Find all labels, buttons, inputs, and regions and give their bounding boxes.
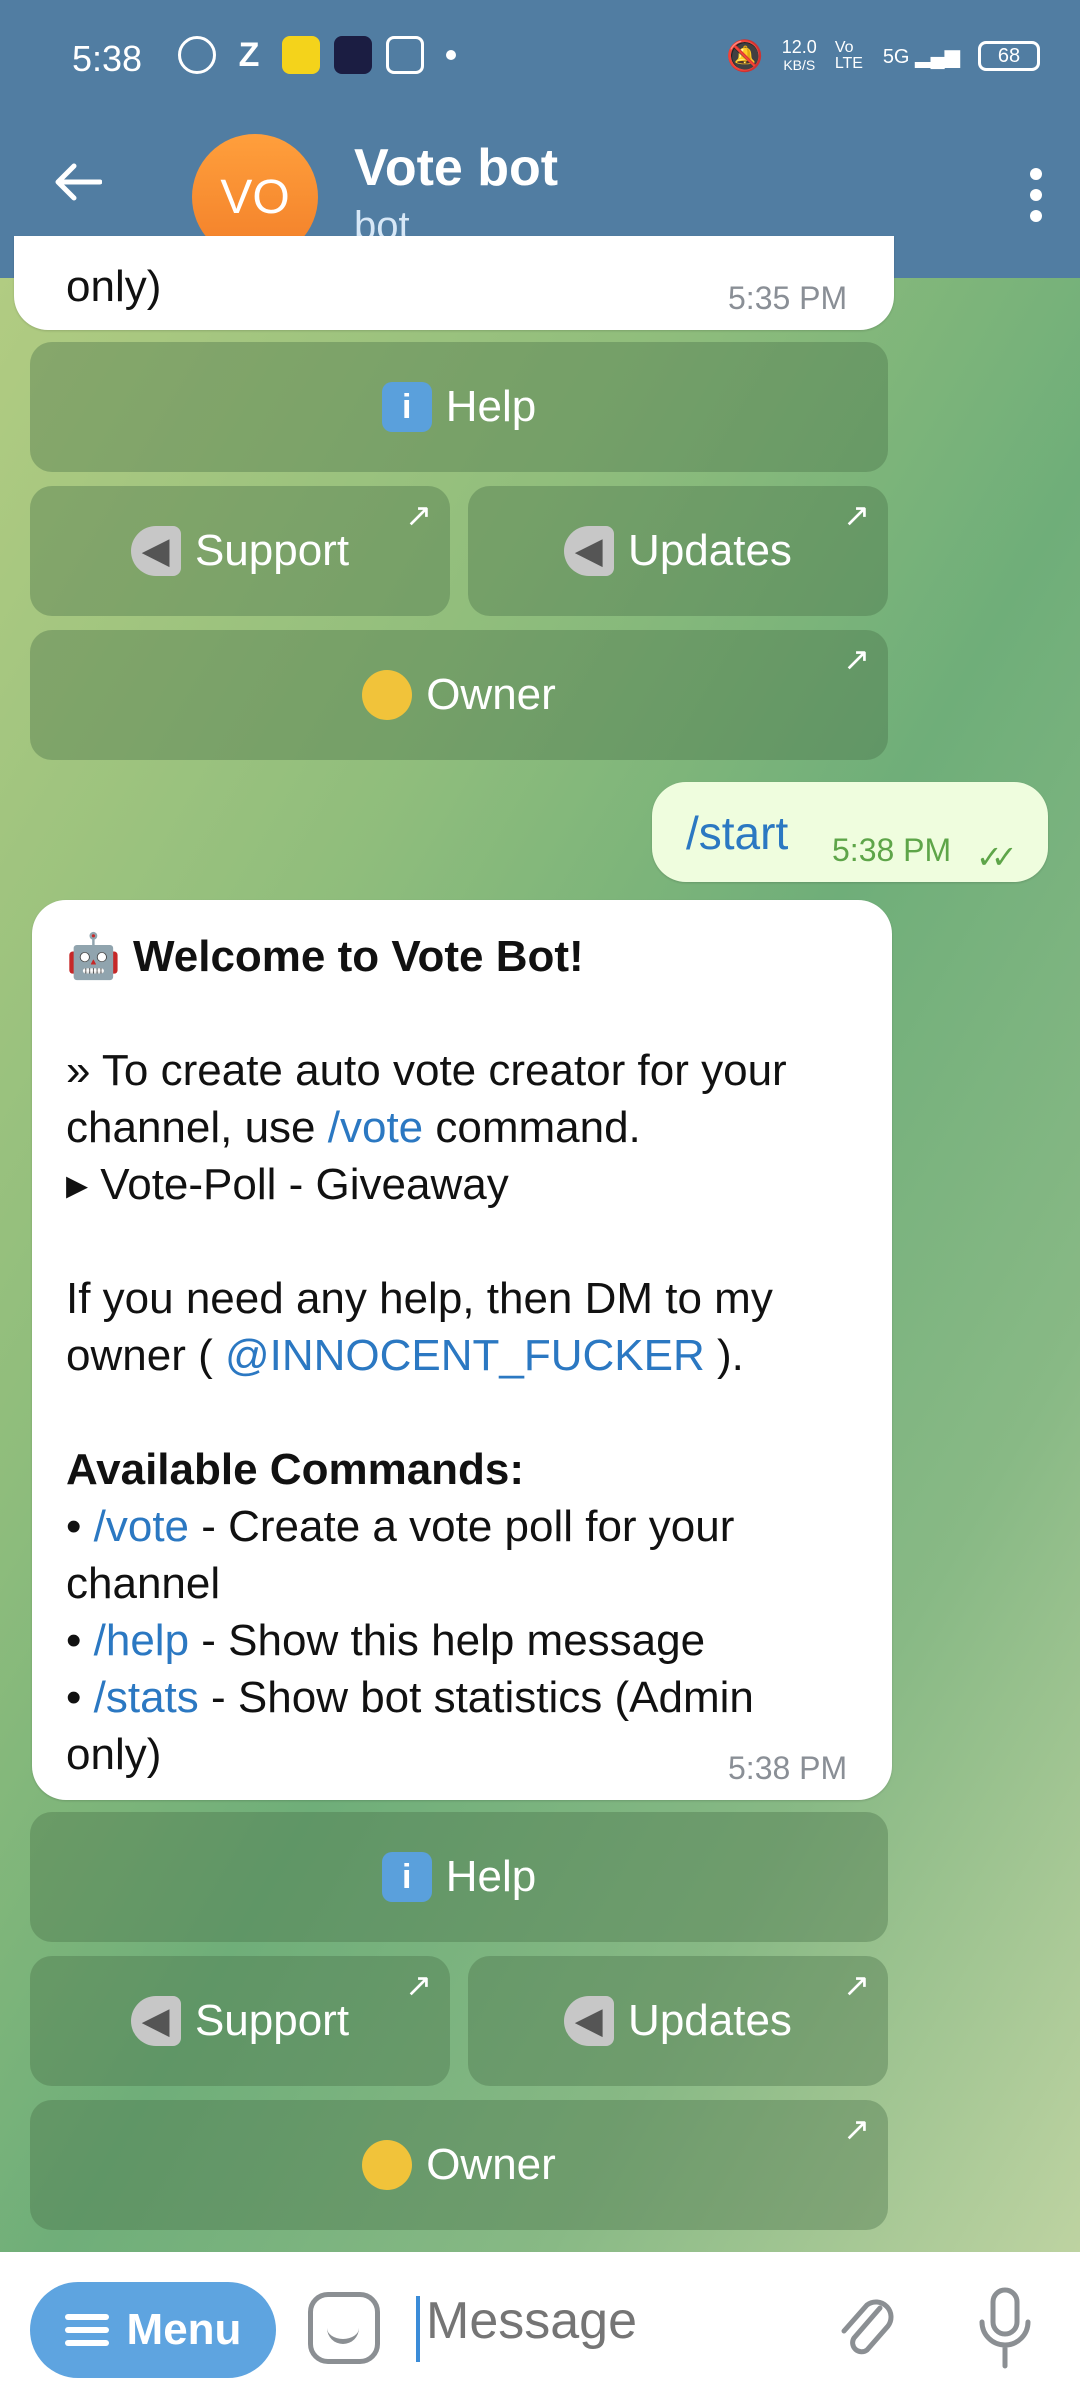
- previous-message-time: 5:35 PM: [728, 280, 848, 316]
- megaphone-icon: ◀: [564, 1996, 615, 2046]
- text-cursor: [416, 2296, 420, 2362]
- robot-emoji-icon: 🤖: [66, 932, 121, 981]
- external-link-icon: ↗: [843, 1967, 870, 2003]
- message-input[interactable]: [424, 2290, 768, 2352]
- technologist-icon: [362, 2140, 413, 2190]
- support-button[interactable]: ◀ Support ↗: [30, 486, 450, 616]
- info-icon: i: [381, 1852, 432, 1902]
- status-bar: 5:38 Z 🔕 12.0 KB/S Vo LTE 5G ▂▄▆ 68: [0, 0, 1080, 120]
- microphone-icon[interactable]: [976, 2286, 1034, 2370]
- vote-command-link[interactable]: /vote: [94, 1502, 189, 1551]
- help-button[interactable]: i Help: [30, 1812, 888, 1942]
- updates-button[interactable]: ◀ Updates ↗: [468, 486, 888, 616]
- megaphone-icon: ◀: [130, 1996, 181, 2046]
- sticker-emoji-icon[interactable]: [308, 2292, 380, 2364]
- hamburger-icon: [64, 2307, 109, 2353]
- network-speed: 12.0 KB/S: [781, 37, 817, 73]
- z-app-icon: Z: [238, 36, 260, 74]
- instagram-icon: [386, 36, 424, 74]
- flipkart-icon: [282, 36, 320, 74]
- back-arrow-icon[interactable]: [52, 162, 102, 202]
- outgoing-message-text: /start: [686, 807, 789, 859]
- welcome-message-time: 5:38 PM: [728, 1750, 848, 1786]
- whatsapp-icon: [178, 36, 216, 74]
- battery-icon: 68: [978, 41, 1040, 71]
- welcome-message-text: 🤖 Welcome to Vote Bot! » To create auto …: [66, 932, 787, 1779]
- menu-button[interactable]: Menu: [30, 2282, 276, 2378]
- external-link-icon: ↗: [843, 497, 870, 533]
- mute-icon: 🔕: [726, 39, 764, 73]
- stats-command-link[interactable]: /stats: [94, 1673, 199, 1722]
- previous-message-text: only): [66, 262, 162, 311]
- attach-icon[interactable]: [836, 2290, 896, 2364]
- megaphone-icon: ◀: [130, 526, 181, 576]
- external-link-icon: ↗: [405, 497, 432, 533]
- megaphone-icon: ◀: [564, 526, 615, 576]
- owner-button[interactable]: Owner ↗: [30, 630, 888, 760]
- notification-icons: Z: [178, 36, 456, 74]
- more-notifications-dot-icon: [446, 50, 456, 60]
- external-link-icon: ↗: [405, 1967, 432, 2003]
- info-icon: i: [381, 382, 432, 432]
- more-options-icon[interactable]: [1030, 168, 1042, 222]
- support-button[interactable]: ◀ Support ↗: [30, 1956, 450, 2086]
- message-composer: Menu: [0, 2252, 1080, 2400]
- read-receipt-icon: ✓✓: [976, 839, 1017, 875]
- external-link-icon: ↗: [843, 641, 870, 677]
- app-notification-icon: [334, 36, 372, 74]
- system-icons: 🔕 12.0 KB/S Vo LTE 5G ▂▄▆ 68: [726, 38, 1040, 74]
- vote-command-link[interactable]: /vote: [328, 1103, 423, 1152]
- owner-username-link[interactable]: @INNOCENT_FUCKER: [225, 1331, 705, 1380]
- signal-5g-icon: 5G ▂▄▆: [882, 45, 960, 68]
- help-command-link[interactable]: /help: [94, 1616, 189, 1665]
- volte-indicator: Vo LTE: [834, 39, 863, 72]
- external-link-icon: ↗: [843, 2111, 870, 2147]
- help-button[interactable]: i Help: [30, 342, 888, 472]
- updates-button[interactable]: ◀ Updates ↗: [468, 1956, 888, 2086]
- owner-button[interactable]: Owner ↗: [30, 2100, 888, 2230]
- technologist-icon: [362, 670, 413, 720]
- outgoing-message-time: 5:38 PM: [832, 832, 952, 868]
- chat-title[interactable]: Vote bot: [354, 138, 558, 198]
- status-time: 5:38: [72, 38, 143, 79]
